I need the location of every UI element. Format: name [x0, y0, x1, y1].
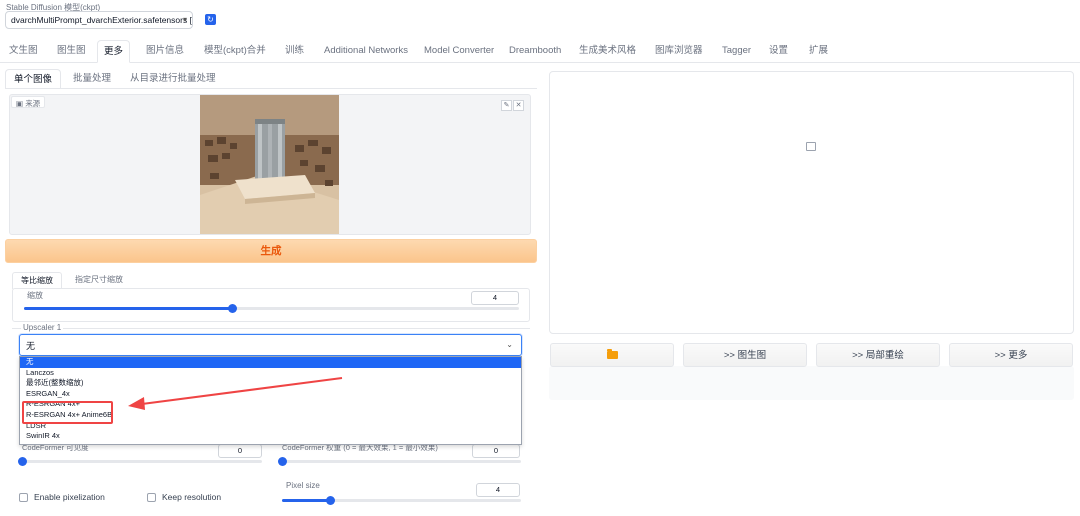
send-to-inpaint-button[interactable]: >> 局部重绘: [816, 343, 940, 367]
upscaler-label: Upscaler 1: [21, 323, 64, 332]
subtab-batch[interactable]: 批量处理: [73, 69, 111, 89]
tab-model-converter[interactable]: Model Converter: [424, 40, 494, 63]
tab-checkpoint-merger[interactable]: 模型(ckpt)合并: [204, 40, 266, 63]
codeformer-visibility-slider[interactable]: [18, 457, 262, 466]
tab-img2img[interactable]: 图生图: [57, 40, 86, 63]
subtab-batch-directory[interactable]: 从目录进行批量处理: [130, 69, 216, 89]
subtab-divider: [5, 88, 537, 89]
tab-txt2img[interactable]: 文生图: [9, 40, 38, 63]
tab-extensions[interactable]: 扩展: [809, 40, 828, 63]
scale-by-box: [12, 288, 530, 322]
refresh-models-button[interactable]: ↻: [205, 14, 216, 25]
dropdown-option[interactable]: 无: [20, 357, 521, 368]
source-label-text: 来源: [25, 99, 41, 108]
scale-slider-thumb[interactable]: [227, 304, 237, 313]
tab-image-browser[interactable]: 图库浏览器: [655, 40, 703, 63]
image-tools: ✎ ✕: [500, 99, 524, 111]
tab-train[interactable]: 训练: [285, 40, 304, 63]
folder-icon: [606, 349, 618, 360]
checkbox-box[interactable]: [19, 492, 28, 502]
keep-resolution-label: Keep resolution: [162, 492, 222, 502]
output-image-panel: [549, 71, 1074, 334]
pixel-size-slider-thumb[interactable]: [325, 496, 335, 505]
scale-number-input[interactable]: 4: [471, 291, 519, 305]
model-select-value: dvarchMultiPrompt_dvarchExterior.safeten…: [11, 15, 192, 25]
upscaler-select[interactable]: 无 ⌄: [19, 334, 522, 356]
chevron-down-icon: ⌄: [506, 340, 513, 349]
tab-extras[interactable]: 更多: [97, 40, 131, 63]
image-placeholder-icon: [806, 142, 816, 151]
tab-dreambooth[interactable]: Dreambooth: [509, 40, 561, 63]
codeformer-weight-slider[interactable]: [278, 457, 521, 466]
subtab-single-image[interactable]: 单个图像: [5, 69, 62, 89]
enable-pixelization-checkbox[interactable]: Enable pixelization: [19, 492, 105, 503]
pixel-size-slider[interactable]: [282, 496, 521, 505]
dropdown-option[interactable]: SwinIR 4x: [20, 431, 521, 442]
enable-pixelization-label: Enable pixelization: [34, 492, 105, 502]
close-icon[interactable]: ✕: [513, 100, 524, 111]
edit-icon[interactable]: ✎: [501, 100, 512, 111]
tab-png-info[interactable]: 图片信息: [146, 40, 184, 63]
refresh-icon: ↻: [207, 15, 214, 24]
source-label: ▣ 来源: [11, 96, 46, 108]
codeformer-weight-input[interactable]: 0: [472, 444, 520, 458]
keep-resolution-checkbox[interactable]: Keep resolution: [147, 492, 221, 503]
pixel-size-input[interactable]: 4: [476, 483, 520, 497]
pixel-size-slider-fill: [282, 499, 330, 502]
image-icon: ▣: [16, 99, 24, 108]
open-folder-button[interactable]: [550, 343, 674, 367]
checkbox-box[interactable]: [147, 492, 156, 502]
tab-settings[interactable]: 设置: [769, 40, 788, 63]
upscaler-select-value: 无: [26, 341, 36, 351]
codeformer-visibility-input[interactable]: 0: [218, 444, 262, 458]
highlight-box: [22, 401, 113, 424]
tab-additional-networks[interactable]: Additional Networks: [324, 40, 408, 63]
upscaler-divider: [12, 328, 530, 329]
main-tab-bar: 文生图 图生图 更多 图片信息 模型(ckpt)合并 训练 Additional…: [0, 40, 1080, 63]
codeformer-weight-thumb[interactable]: [278, 457, 287, 466]
scale-slider-fill: [24, 307, 232, 310]
codeformer-visibility-thumb[interactable]: [18, 457, 27, 466]
source-image: [200, 95, 339, 234]
output-info-area: [549, 366, 1074, 400]
send-to-img2img-button[interactable]: >> 图生图: [683, 343, 807, 367]
tab-scale-to[interactable]: 指定尺寸缩放: [75, 272, 123, 289]
tab-art-style[interactable]: 生成美术风格: [579, 40, 636, 63]
scale-label: 缩放: [27, 291, 43, 300]
scale-slider[interactable]: [24, 304, 519, 313]
tab-scale-by[interactable]: 等比缩放: [12, 272, 62, 289]
model-select[interactable]: dvarchMultiPrompt_dvarchExterior.safeten…: [5, 11, 193, 29]
send-to-extras-button[interactable]: >> 更多: [949, 343, 1073, 367]
chevron-down-icon: ▾: [182, 15, 187, 24]
annotation-arrow: [128, 377, 343, 410]
generate-button[interactable]: 生成: [5, 239, 537, 263]
tab-tagger[interactable]: Tagger: [722, 40, 751, 63]
pixel-size-label: Pixel size: [286, 481, 320, 490]
